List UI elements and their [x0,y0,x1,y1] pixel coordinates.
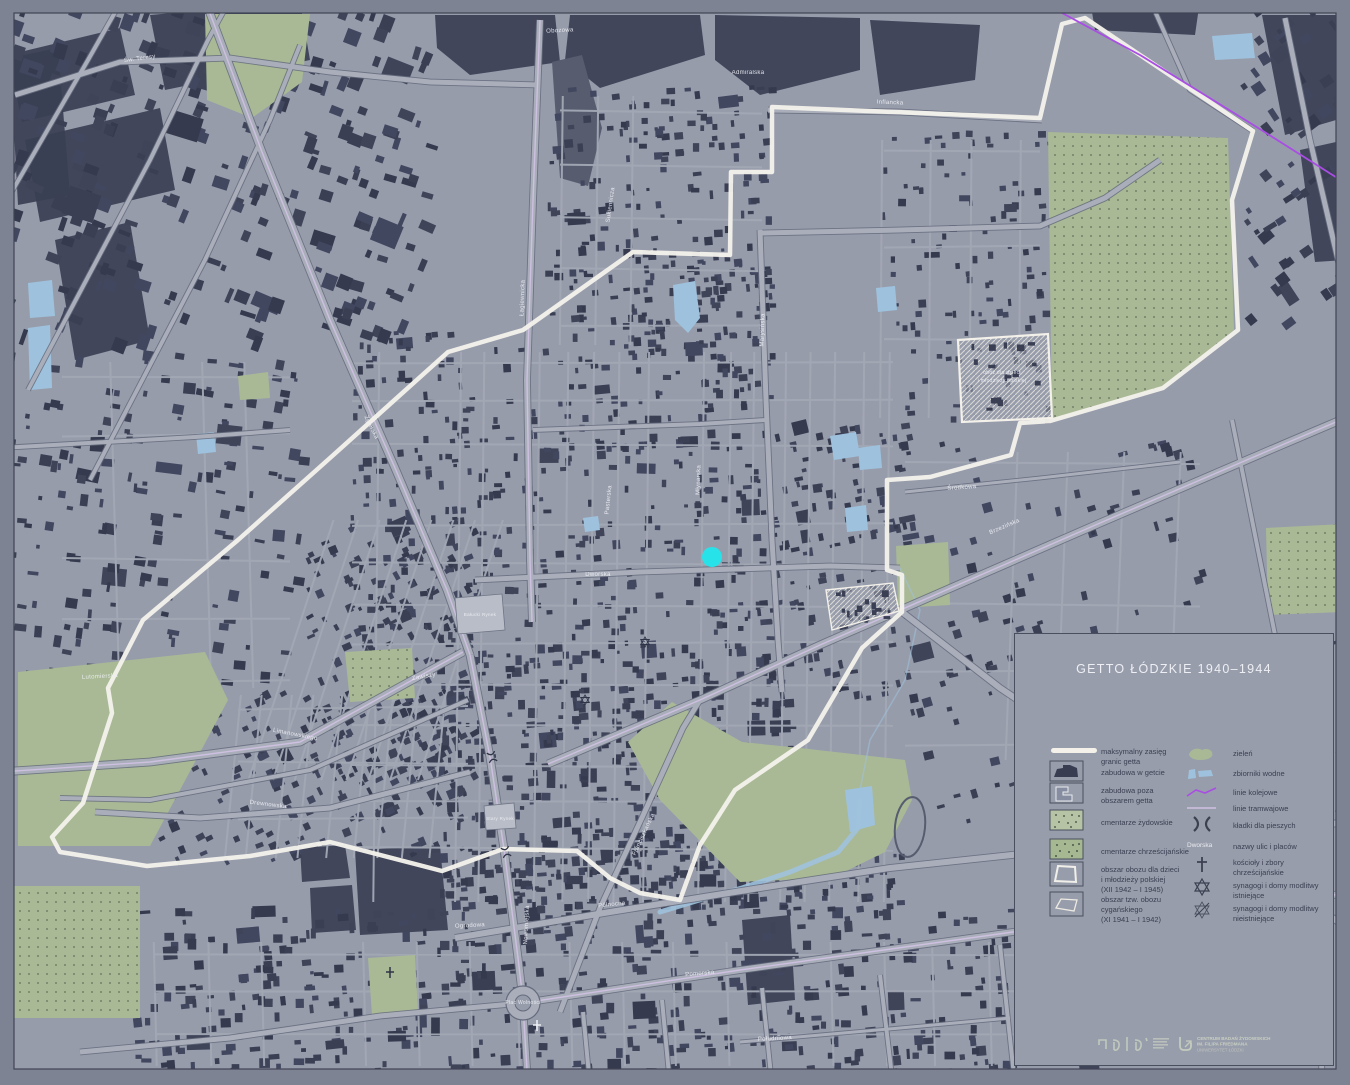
christian-cemetery-swatch [1049,838,1084,860]
partner-logo-mark [1098,1037,1148,1051]
synagogue-star-icon [1193,877,1211,897]
logos-row: CENTRUM BADAŃ ŻYDOWSKICH IM. FILIPA FRIE… [1015,1031,1333,1057]
street-label: Łagiewnicka [519,279,526,316]
street-label: Stary Rynek [486,816,514,821]
center-logo-line2: IM. FILIPA FRIEDMANA [1197,1042,1248,1047]
tram-line-icon [1187,807,1216,809]
jewish-cemetery-swatch [1049,809,1084,831]
children-camp-swatch [1049,861,1084,887]
university-logo-glyph [1179,1037,1192,1051]
legend-panel: GETTO ŁÓDZKIE 1940–1944 maksymalny zasię… [1014,633,1334,1066]
street-label: Inflancka [877,100,904,107]
legend-title: GETTO ŁÓDZKIE 1940–1944 [1076,662,1272,676]
street-label: Bałucki Rynek [464,612,497,617]
footbridge-icon [1193,816,1211,832]
church-cross-icon [1197,857,1207,872]
street-label: Marysińska [759,313,766,347]
street-label: Dworska [585,572,611,578]
synagogue-star-crossed-icon [1194,901,1210,919]
center-logo-line3: UNIWERSYTET ŁÓDZKI [1197,1047,1244,1052]
street-label: Młynarska [695,464,702,495]
ghetto-map-page: Św. Teresy Obozowa Admiralska Inflancka Zgie… [0,0,1350,1085]
gypsy-camp-swatch [1049,891,1084,917]
partner-logo-textbars [1153,1038,1169,1049]
street-name-sample: Dworska [1187,842,1213,849]
street-label: obóz dla dzieci [983,370,1021,376]
green-area-icon [1189,748,1213,760]
center-logo-line1: CENTRUM BADAŃ ŻYDOWSKICH [1197,1034,1271,1041]
railway-line-icon [1186,787,1217,797]
buildings-in-ghetto-swatch [1049,760,1084,782]
ghetto-boundary-swatch [1051,748,1097,753]
street-label: Admiralska [732,70,765,76]
water-icon [1188,769,1213,779]
street-label: Plac Wolności [505,1000,540,1006]
partner-logos: CENTRUM BADAŃ ŻYDOWSKICH IM. FILIPA FRIE… [1098,1034,1271,1052]
street-label: i młodzieży polskiej [978,378,1027,384]
buildings-outside-ghetto-swatch [1049,782,1084,804]
location-marker[interactable] [702,547,722,567]
